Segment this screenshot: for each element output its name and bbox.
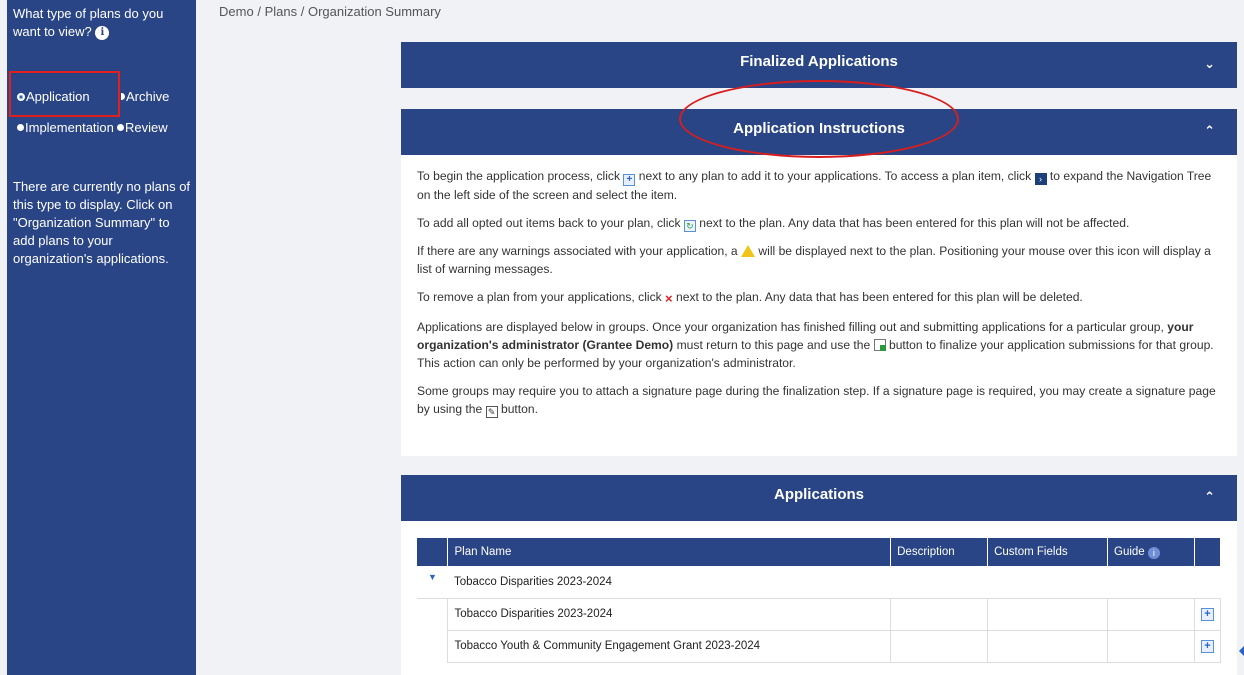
breadcrumb-plans[interactable]: Plans — [265, 4, 298, 19]
chevron-up-icon[interactable]: ⌃ — [1204, 477, 1215, 517]
radio-application[interactable]: Application — [17, 89, 90, 104]
expander-header — [417, 538, 449, 566]
breadcrumb-organization-summary: Organization Summary — [307, 4, 441, 19]
radio-implementation[interactable]: Implementation — [17, 120, 114, 135]
indent-cell — [417, 630, 449, 662]
warning-icon — [741, 245, 756, 257]
guide-cell — [1107, 630, 1195, 663]
instruction-text: Applications are displayed below in grou… — [417, 320, 1164, 334]
applications-header[interactable]: Applications ⌃ — [401, 475, 1237, 521]
collapse-side-panel-icon[interactable] — [1239, 646, 1244, 656]
breadcrumb: Demo / Plans / Organization Summary — [219, 4, 441, 19]
instruction-text: must return to this page and use the — [676, 338, 871, 352]
plan-name-cell: Tobacco Youth & Community Engagement Gra… — [447, 630, 892, 663]
action-cell: + — [1194, 630, 1222, 663]
instructions-body: To begin the application process, click … — [401, 155, 1237, 418]
table-row: Tobacco Youth & Community Engagement Gra… — [417, 630, 1222, 663]
guide-header-label: Guide — [1114, 545, 1145, 558]
plan-type-question: What type of plans do you want to view? … — [13, 5, 191, 41]
instruction-text: If there are any warnings associated wit… — [417, 244, 738, 258]
breadcrumb-separator: / — [300, 4, 305, 19]
instruction-paragraph: To remove a plan from your applications,… — [417, 288, 1221, 308]
info-icon[interactable]: i — [95, 25, 110, 40]
radio-icon — [17, 124, 24, 131]
application-instructions-panel: Application Instructions ⌃ To begin the … — [401, 109, 1237, 456]
instruction-paragraph: To add all opted out items back to your … — [417, 214, 1221, 232]
instruction-text: To begin the application process, click — [417, 169, 621, 183]
remove-plan-icon: × — [665, 291, 673, 306]
description-header[interactable]: Description — [890, 538, 989, 566]
chevron-down-icon[interactable]: ⌄ — [1204, 44, 1215, 84]
info-icon[interactable]: i — [1147, 546, 1160, 559]
radio-archive[interactable]: Archive — [121, 89, 169, 104]
instruction-paragraph: Applications are displayed below in grou… — [417, 318, 1221, 372]
group-name: Tobacco Disparities 2023-2024 — [447, 566, 1221, 599]
add-plan-button[interactable]: + — [1200, 639, 1214, 653]
add-plan-icon: + — [623, 174, 636, 186]
instruction-text: next to any plan to add it to your appli… — [638, 169, 1032, 183]
instruction-text: next to the plan. Any data that has been… — [699, 216, 1130, 230]
breadcrumb-demo[interactable]: Demo — [219, 4, 254, 19]
custom-fields-cell — [987, 630, 1109, 663]
radio-review-label: Review — [125, 120, 168, 135]
collapse-group-icon[interactable]: ▼ — [417, 566, 448, 599]
action-cell: + — [1194, 598, 1222, 631]
description-cell — [890, 630, 989, 663]
custom-fields-header[interactable]: Custom Fields — [987, 538, 1109, 566]
instruction-text: button. — [500, 402, 538, 416]
instruction-paragraph: If there are any warnings associated wit… — [417, 242, 1221, 278]
plan-name-header[interactable]: Plan Name — [447, 538, 892, 566]
plan-type-question-text: What type of plans do you want to view? — [13, 6, 164, 39]
description-cell — [890, 598, 989, 631]
instruction-text: next to the plan. Any data that has been… — [676, 290, 1083, 304]
finalized-applications-header[interactable]: Finalized Applications ⌄ — [401, 42, 1237, 88]
restore-items-icon: ↻ — [683, 220, 696, 232]
finalize-icon — [873, 339, 886, 351]
application-instructions-header[interactable]: Application Instructions ⌃ — [401, 109, 1237, 155]
applications-table: Plan Name Description Custom Fields Guid… — [417, 538, 1222, 663]
table-header-row: Plan Name Description Custom Fields Guid… — [417, 538, 1222, 566]
instruction-paragraph: To begin the application process, click … — [417, 167, 1221, 204]
radio-application-label: Application — [26, 89, 90, 104]
finalized-applications-title: Finalized Applications — [740, 53, 898, 70]
guide-header[interactable]: Guide i — [1107, 538, 1195, 566]
radio-icon — [121, 93, 125, 100]
plan-name-cell: Tobacco Disparities 2023-2024 — [447, 598, 892, 631]
indent-cell — [417, 598, 449, 630]
applications-panel: Applications ⌃ Plan Name Description Cus… — [401, 475, 1237, 675]
plan-type-sidebar: What type of plans do you want to view? … — [7, 0, 196, 675]
table-row: Tobacco Disparities 2023-2024 + — [417, 598, 1222, 631]
add-plan-button[interactable]: + — [1200, 607, 1214, 621]
guide-cell — [1107, 598, 1195, 631]
instruction-text: To add all opted out items back to your … — [417, 216, 681, 230]
radio-archive-label: Archive — [126, 89, 170, 104]
group-row: ▼ Tobacco Disparities 2023-2024 — [417, 566, 1221, 599]
instruction-text: To remove a plan from your applications,… — [417, 290, 662, 304]
radio-implementation-label: Implementation — [25, 120, 114, 135]
radio-icon — [117, 124, 124, 131]
empty-plans-message: There are currently no plans of this typ… — [13, 179, 191, 266]
chevron-up-icon[interactable]: ⌃ — [1204, 111, 1215, 151]
radio-selected-icon — [17, 92, 25, 101]
instruction-paragraph: Some groups may require you to attach a … — [417, 382, 1221, 418]
actions-header — [1194, 538, 1222, 566]
finalized-applications-panel: Finalized Applications ⌄ — [401, 42, 1237, 88]
signature-page-icon: ✎ — [485, 406, 498, 418]
breadcrumb-separator: / — [257, 4, 261, 19]
applications-title: Applications — [773, 486, 864, 503]
application-instructions-title: Application Instructions — [733, 120, 905, 137]
custom-fields-cell — [987, 598, 1109, 631]
radio-review[interactable]: Review — [117, 120, 168, 135]
expand-nav-icon: › — [1034, 173, 1047, 185]
